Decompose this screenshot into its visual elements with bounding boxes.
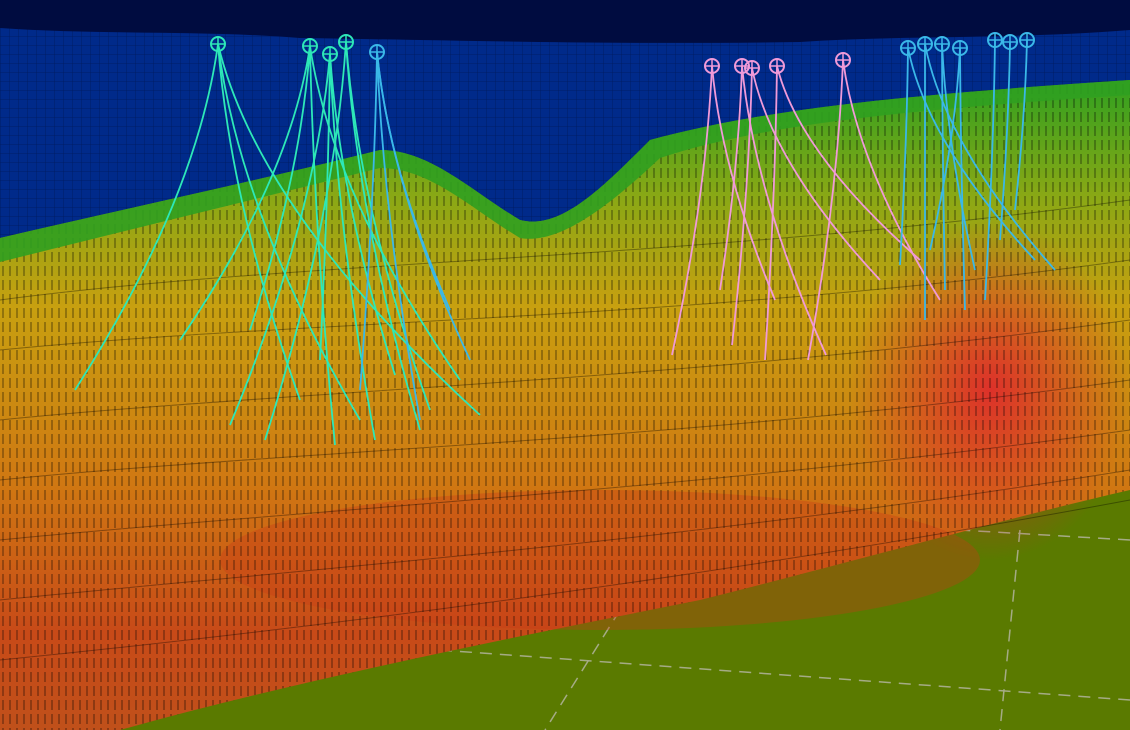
wellhead-icon[interactable]	[704, 58, 720, 74]
wellhead-icon[interactable]	[322, 46, 338, 62]
wellhead-icon[interactable]	[934, 36, 950, 52]
reservoir-3d-viewport[interactable]	[0, 0, 1130, 730]
wellhead-icon[interactable]	[744, 60, 760, 76]
wellhead-icon[interactable]	[210, 36, 226, 52]
wellhead-icon[interactable]	[952, 40, 968, 56]
wellhead-icon[interactable]	[917, 36, 933, 52]
wellhead-icon[interactable]	[835, 52, 851, 68]
wellhead-icon[interactable]	[1002, 34, 1018, 50]
wellhead-icon[interactable]	[369, 44, 385, 60]
wellhead-icon[interactable]	[734, 58, 750, 74]
wellhead-icon[interactable]	[302, 38, 318, 54]
reservoir-scene[interactable]	[0, 0, 1130, 730]
wellhead-icon[interactable]	[769, 58, 785, 74]
wellhead-icon[interactable]	[1019, 32, 1035, 48]
wellhead-icon[interactable]	[338, 34, 354, 50]
wellhead-icon[interactable]	[900, 40, 916, 56]
wellhead-icon[interactable]	[987, 32, 1003, 48]
